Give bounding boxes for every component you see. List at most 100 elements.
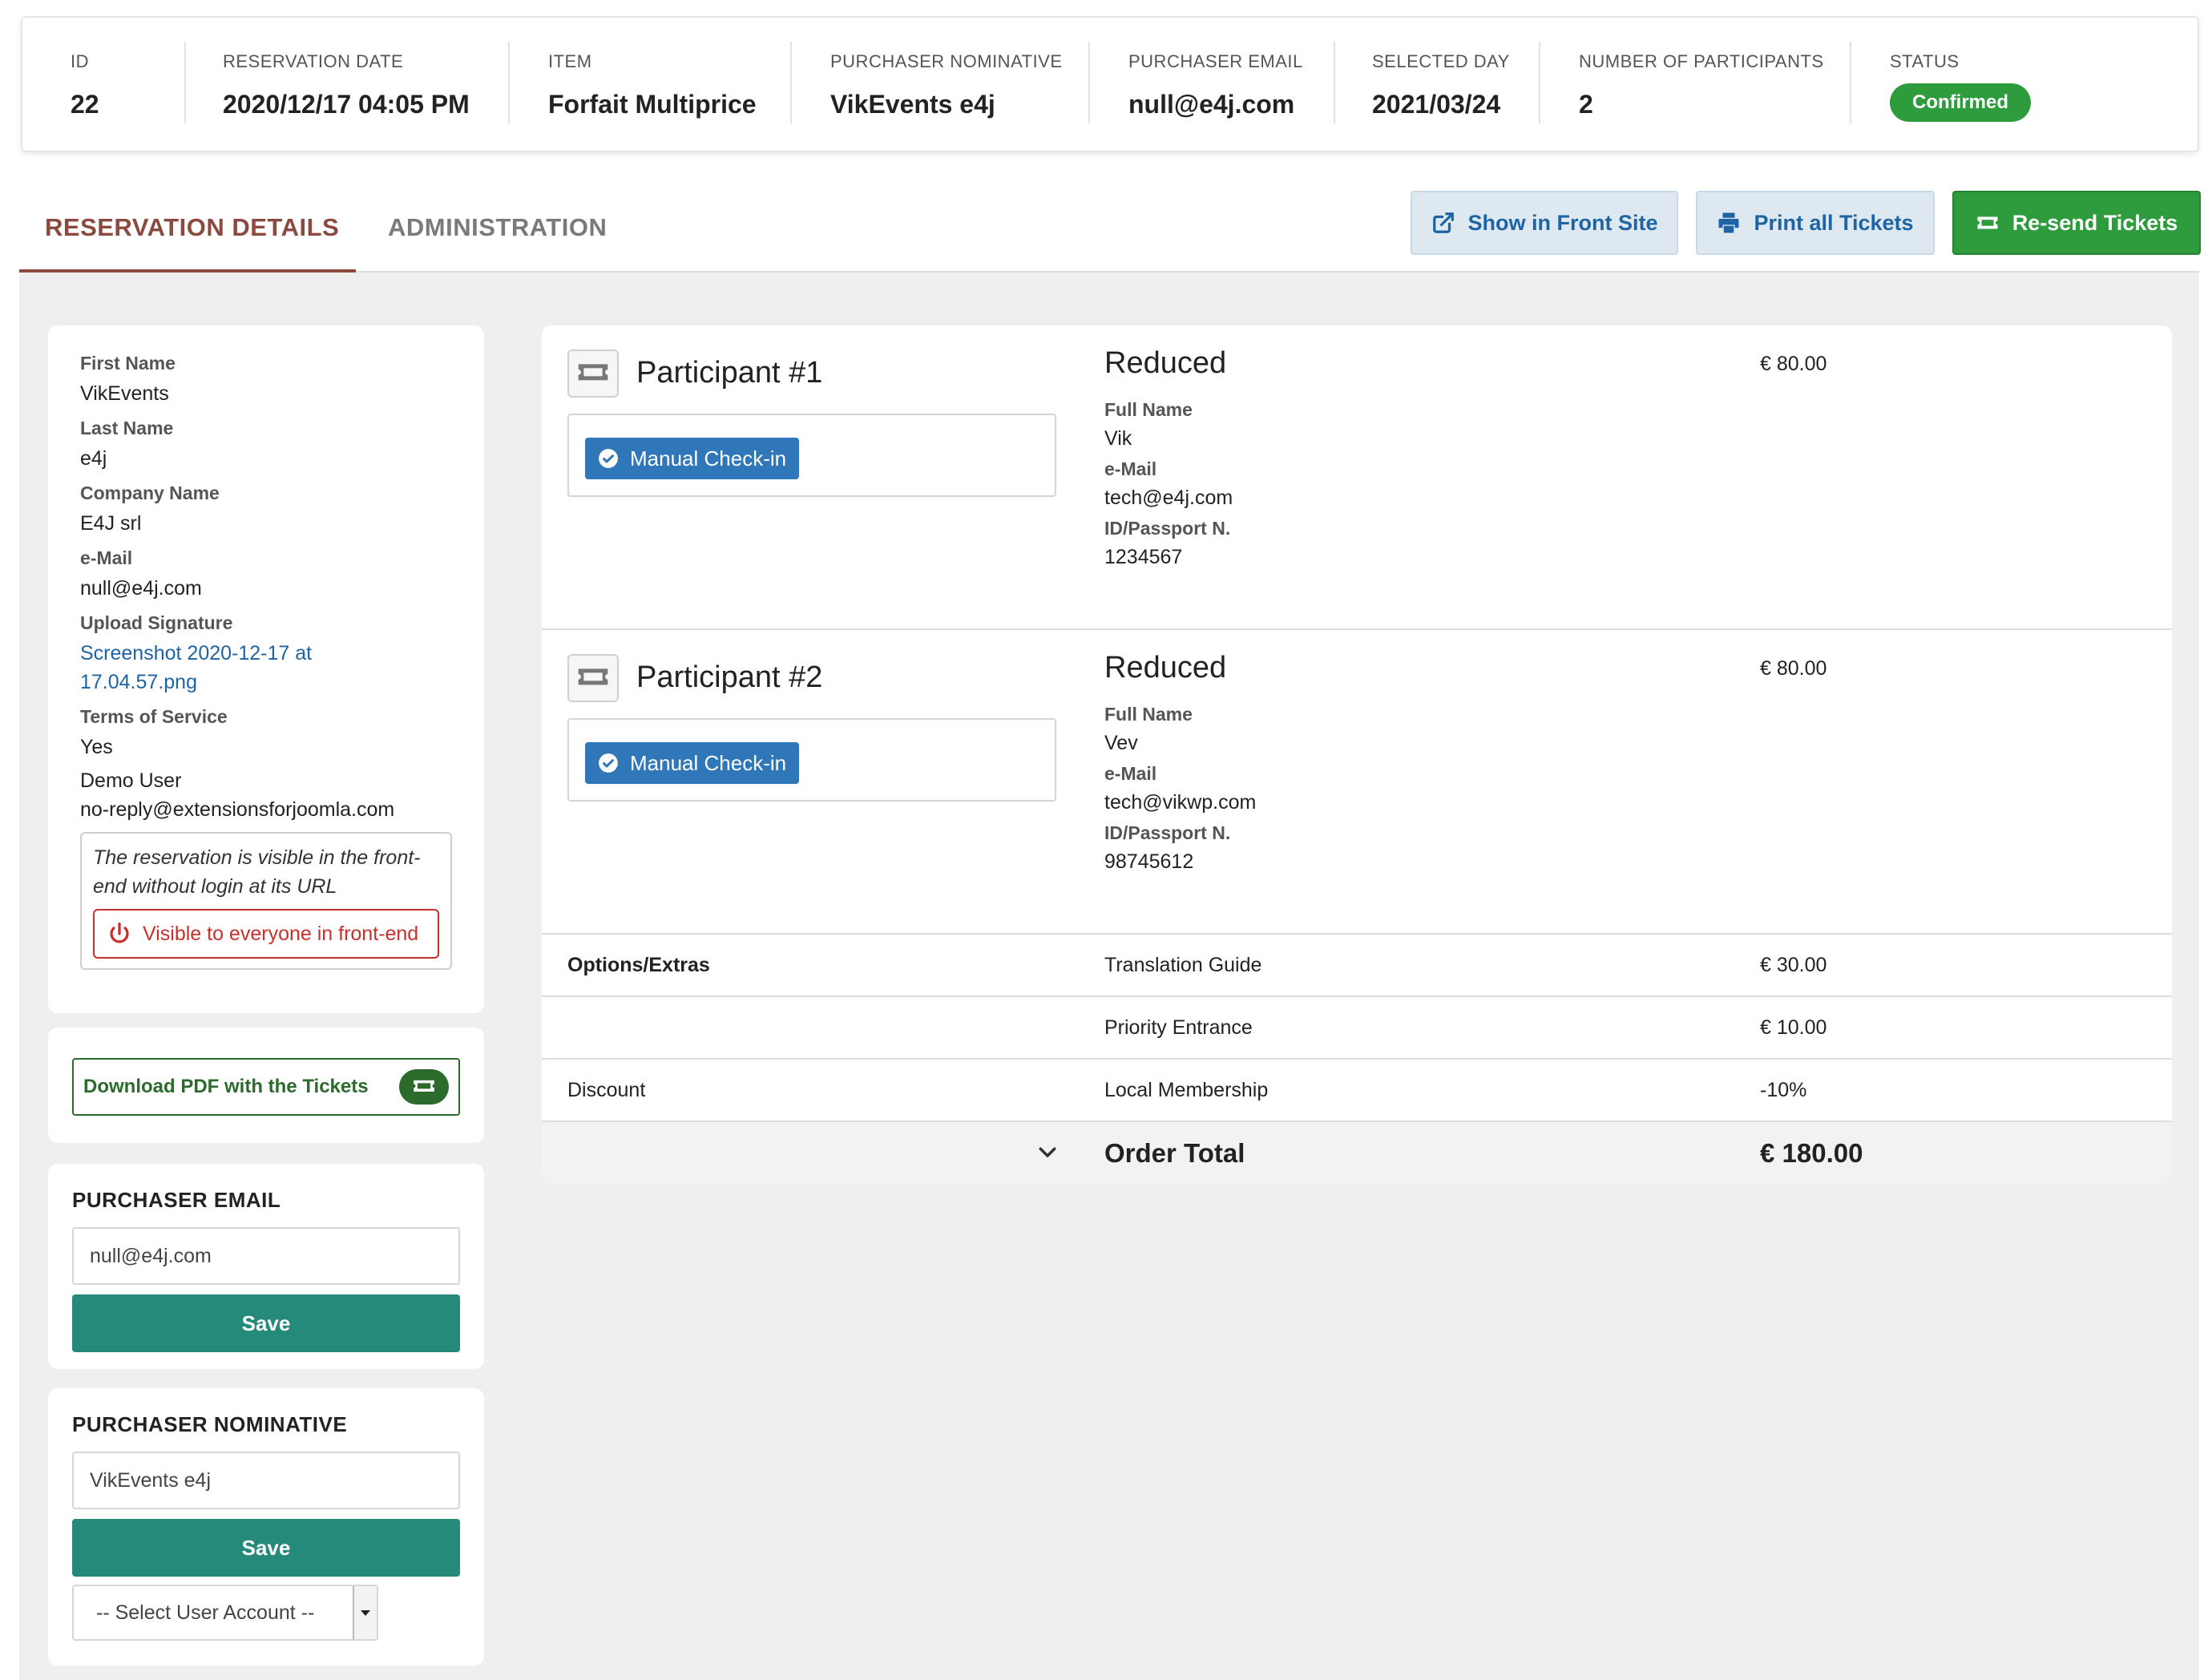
purchaser-nominative-title: PURCHASER NOMINATIVE (72, 1412, 348, 1436)
show-front-site-label: Show in Front Site (1467, 210, 1658, 235)
summary-divider (1088, 42, 1090, 123)
summary-date-value: 2020/12/17 04:05 PM (223, 90, 470, 119)
full-name-label: Full Name (1104, 399, 1193, 420)
manual-checkin-label: Manual Check-in (630, 750, 787, 775)
save-email-button[interactable]: Save (72, 1294, 460, 1352)
resend-tickets-button[interactable]: Re-send Tickets (1952, 191, 2201, 255)
summary-email: PURCHASER EMAIL null@e4j.com (1128, 18, 1303, 154)
ticket-icon (1977, 216, 1998, 229)
summary-nominative-value: VikEvents e4j (830, 90, 995, 119)
email-label: e-Mail (80, 547, 133, 568)
participant-row: Participant #1 Manual Check-in Reduced F… (542, 325, 2172, 630)
status-badge: Confirmed (1890, 83, 2031, 122)
visible-to-everyone-button[interactable]: Visible to everyone in front-end (93, 909, 439, 959)
summary-divider (1539, 42, 1540, 123)
option-name: Priority Entrance (1104, 1016, 1253, 1039)
print-all-tickets-button[interactable]: Print all Tickets (1696, 191, 1935, 255)
summary-participants-label: NUMBER OF PARTICIPANTS (1579, 51, 1824, 71)
summary-day: SELECTED DAY 2021/03/24 (1372, 18, 1510, 154)
summary-divider (790, 42, 792, 123)
resend-tickets-label: Re-send Tickets (2012, 210, 2178, 235)
discount-row: Discount Local Membership -10% (542, 1060, 2172, 1122)
summary-participants: NUMBER OF PARTICIPANTS 2 (1579, 18, 1824, 154)
signature-file-line1: Screenshot 2020-12-17 at (80, 642, 313, 664)
summary-nominative-label: PURCHASER NOMINATIVE (830, 51, 1063, 71)
participant-fields: Full Name Vik e-Mail tech@e4j.com ID/Pas… (1104, 399, 1233, 569)
participant-ticket-type: Reduced (1104, 651, 1227, 685)
download-pdf-button[interactable]: Download PDF with the Tickets (72, 1058, 460, 1116)
passport-value: 98745612 (1104, 850, 1194, 873)
download-card: Download PDF with the Tickets (48, 1028, 484, 1143)
show-front-site-button[interactable]: Show in Front Site (1411, 191, 1678, 255)
purchaser-email-card: PURCHASER EMAIL Save (48, 1164, 484, 1369)
participant-price: € 80.00 (1760, 657, 1827, 680)
printer-icon (1718, 212, 1739, 233)
option-row: Priority Entrance € 10.00 (542, 997, 2172, 1060)
visibility-note-line2: end without login at its URL (93, 875, 337, 898)
tab-administration[interactable]: ADMINISTRATION (388, 213, 607, 242)
participant-email-label: e-Mail (1104, 763, 1157, 784)
passport-value: 1234567 (1104, 546, 1183, 568)
select-user-account-value: -- Select User Account -- (96, 1601, 315, 1624)
manual-checkin-label: Manual Check-in (630, 446, 787, 470)
checkin-box: Manual Check-in (567, 414, 1056, 497)
option-name: Translation Guide (1104, 954, 1262, 976)
download-pdf-label: Download PDF with the Tickets (83, 1076, 369, 1097)
first-name-value: VikEvents (80, 382, 169, 405)
checkin-box: Manual Check-in (567, 718, 1056, 802)
signature-file-link[interactable]: Screenshot 2020-12-17 at 17.04.57.png (80, 639, 452, 697)
summary-divider (508, 42, 510, 123)
summary-status-label: STATUS (1890, 51, 1960, 71)
customer-info-card: First Name VikEvents Last Name e4j Compa… (48, 325, 484, 1013)
summary-item-value: Forfait Multiprice (548, 90, 757, 119)
option-row: Options/Extras Translation Guide € 30.00 (542, 935, 2172, 997)
check-circle-icon (599, 753, 618, 773)
tab-reservation-details[interactable]: RESERVATION DETAILS (45, 213, 339, 242)
summary-id: ID 22 (71, 18, 99, 154)
summary-status: STATUS Confirmed (1890, 18, 2031, 154)
participants-card: Participant #1 Manual Check-in Reduced F… (542, 325, 2172, 1183)
demo-user-email: no-reply@extensionsforjoomla.com (80, 798, 395, 821)
order-total-value: € 180.00 (1760, 1138, 1863, 1168)
summary-day-value: 2021/03/24 (1372, 90, 1501, 119)
participant-title: Participant #1 (636, 356, 823, 390)
last-name-label: Last Name (80, 418, 174, 438)
options-extras-label: Options/Extras (567, 954, 710, 976)
participant-fields: Full Name Vev e-Mail tech@vikwp.com ID/P… (1104, 704, 1256, 874)
summary-participants-value: 2 (1579, 90, 1593, 119)
save-nominative-button[interactable]: Save (72, 1519, 460, 1577)
visibility-box: The reservation is visible in the front-… (80, 832, 452, 970)
terms-label: Terms of Service (80, 706, 228, 727)
summary-divider (1334, 42, 1335, 123)
participant-row: Participant #2 Manual Check-in Reduced F… (542, 630, 2172, 935)
order-total-row: Order Total € 180.00 (542, 1122, 2172, 1183)
purchaser-nominative-input[interactable] (72, 1452, 460, 1509)
passport-label: ID/Passport N. (1104, 822, 1231, 843)
summary-id-label: ID (71, 51, 89, 71)
first-name-label: First Name (80, 353, 176, 374)
manual-checkin-button[interactable]: Manual Check-in (585, 438, 800, 479)
company-value: E4J srl (80, 512, 142, 535)
signature-label: Upload Signature (80, 612, 233, 633)
visibility-note-line1: The reservation is visible in the front- (93, 846, 421, 869)
full-name-value: Vik (1104, 427, 1132, 450)
select-user-account-dropdown[interactable]: -- Select User Account -- (72, 1585, 378, 1641)
purchaser-email-input[interactable] (72, 1227, 460, 1285)
participant-email-value: tech@e4j.com (1104, 487, 1233, 509)
email-value: null@e4j.com (80, 577, 202, 600)
manual-checkin-button[interactable]: Manual Check-in (585, 742, 800, 784)
check-circle-icon (599, 449, 618, 468)
last-name-value: e4j (80, 447, 107, 470)
summary-id-value: 22 (71, 90, 99, 119)
purchaser-email-title: PURCHASER EMAIL (72, 1188, 281, 1212)
reservation-summary: ID 22 RESERVATION DATE 2020/12/17 04:05 … (21, 16, 2199, 152)
participant-title: Participant #2 (636, 660, 823, 694)
participant-email-label: e-Mail (1104, 458, 1157, 479)
demo-user-name: Demo User (80, 769, 182, 792)
chevron-down-icon[interactable] (1035, 1140, 1060, 1164)
participant-price: € 80.00 (1760, 353, 1827, 375)
passport-label: ID/Passport N. (1104, 518, 1231, 539)
order-total-label: Order Total (1104, 1138, 1245, 1168)
summary-email-label: PURCHASER EMAIL (1128, 51, 1303, 71)
discount-label: Discount (567, 1079, 646, 1101)
